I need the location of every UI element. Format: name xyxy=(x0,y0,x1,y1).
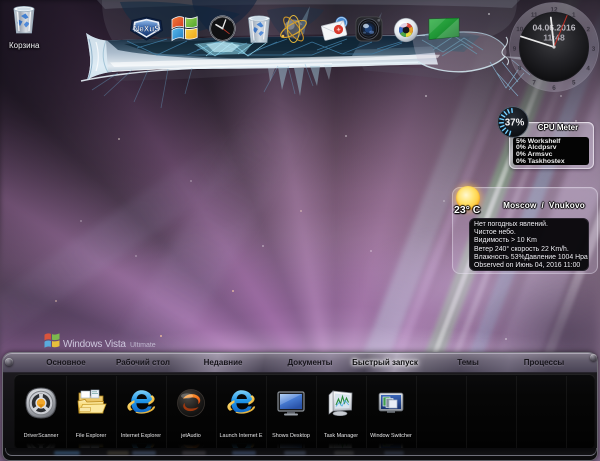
svg-text:9: 9 xyxy=(513,46,517,53)
svg-text:4: 4 xyxy=(586,65,590,72)
svg-text:37%: 37% xyxy=(505,118,525,129)
svg-text:2: 2 xyxy=(586,26,590,33)
svg-text:7: 7 xyxy=(532,79,536,86)
svg-text:1: 1 xyxy=(572,12,576,19)
svg-text:3: 3 xyxy=(592,46,596,53)
svg-text:04.06.2016: 04.06.2016 xyxy=(533,22,576,32)
svg-text:10: 10 xyxy=(516,26,524,33)
svg-text:11: 11 xyxy=(531,12,538,19)
svg-text:NeXuS: NeXuS xyxy=(133,25,160,34)
svg-text:12: 12 xyxy=(551,6,559,13)
svg-text:5: 5 xyxy=(572,80,576,87)
svg-text:8: 8 xyxy=(518,65,522,72)
svg-text:6: 6 xyxy=(552,85,556,92)
